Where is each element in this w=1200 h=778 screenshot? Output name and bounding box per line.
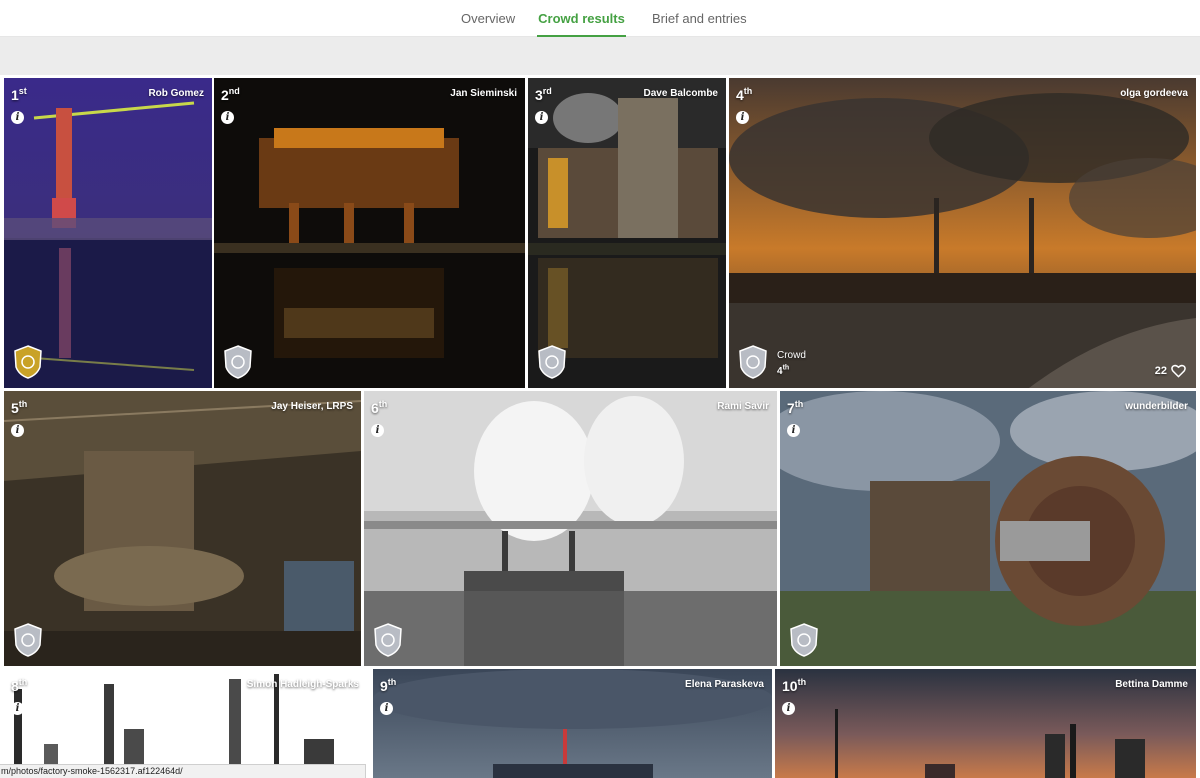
crowd-rank-label: Crowd 4th [777,349,806,377]
entry-tile-3[interactable]: 3rd Dave Balcombe i [528,78,726,388]
entry-tile-4[interactable]: 4th olga gordeeva i Crowd 4th 22 [729,78,1196,388]
info-icon[interactable]: i [11,111,24,124]
entry-author[interactable]: Rami Savir [717,401,769,412]
info-icon[interactable]: i [221,111,234,124]
info-icon[interactable]: i [535,111,548,124]
entry-photo[interactable] [528,78,726,388]
entry-tile-8[interactable]: 8th Simon Hadleigh-Sparks i [4,669,367,778]
entry-tile-6[interactable]: 6th Rami Savir i [364,391,777,666]
entry-author[interactable]: Bettina Damme [1115,679,1188,690]
info-icon[interactable]: i [782,702,795,715]
tab-crowd-results[interactable]: Crowd results [537,11,626,37]
entry-author[interactable]: Jay Heiser, LRPS [271,401,353,412]
info-icon[interactable]: i [787,424,800,437]
heart-icon [1171,364,1186,378]
entry-author[interactable]: Rob Gomez [148,88,204,99]
entry-tile-2[interactable]: 2nd Jan Sieminski i [214,78,525,388]
crowd-badge-icon [14,623,42,657]
entry-rank: 1st [11,86,27,103]
entry-author[interactable]: Jan Sieminski [450,88,517,99]
entry-author[interactable]: wunderbilder [1125,401,1188,412]
crowd-badge-icon [224,345,252,379]
entry-photo[interactable] [214,78,525,388]
entry-tile-10[interactable]: 10th Bettina Damme i [775,669,1196,778]
entry-photo[interactable] [780,391,1196,666]
info-icon[interactable]: i [371,424,384,437]
tab-overview[interactable]: Overview [461,11,515,37]
entry-photo[interactable] [364,391,777,666]
entry-author[interactable]: olga gordeeva [1120,88,1188,99]
like-count: 22 [1154,365,1167,377]
entry-author[interactable]: Simon Hadleigh-Sparks [247,679,359,690]
tab-brief-and-entries[interactable]: Brief and entries [652,11,747,37]
entry-rank: 9th [380,677,397,694]
results-grid: 1st Rob Gomez i 2nd Jan Sieminski i 3rd … [0,75,1200,778]
entry-rank: 2nd [221,86,240,103]
page-band [0,37,1200,75]
like-button[interactable]: 22 [1155,364,1186,378]
entry-author[interactable]: Dave Balcombe [644,88,718,99]
entry-rank: 8th [11,677,28,694]
entry-author[interactable]: Elena Paraskeva [685,679,764,690]
info-icon[interactable]: i [11,702,24,715]
crowd-badge-icon [374,623,402,657]
entry-rank: 6th [371,399,388,416]
top-navigation: Overview Crowd results Brief and entries [0,0,1200,37]
entry-rank: 5th [11,399,28,416]
crowd-badge-icon [739,345,767,379]
entry-rank: 10th [782,677,807,694]
info-icon[interactable]: i [736,111,749,124]
crowd-badge-icon [790,623,818,657]
entry-tile-9[interactable]: 9th Elena Paraskeva i [373,669,772,778]
entry-tile-7[interactable]: 7th wunderbilder i [780,391,1196,666]
entry-photo[interactable] [4,78,212,388]
browser-status-url: m/photos/factory-smoke-1562317.af122464d… [0,764,366,778]
entry-rank: 7th [787,399,804,416]
info-icon[interactable]: i [11,424,24,437]
entry-photo[interactable] [729,78,1196,388]
entry-photo[interactable] [4,391,361,666]
entry-rank: 4th [736,86,753,103]
entry-tile-1[interactable]: 1st Rob Gomez i [4,78,212,388]
entry-rank: 3rd [535,86,552,103]
crowd-badge-icon [538,345,566,379]
entry-tile-5[interactable]: 5th Jay Heiser, LRPS i [4,391,361,666]
crowd-badge-icon [14,345,42,379]
info-icon[interactable]: i [380,702,393,715]
